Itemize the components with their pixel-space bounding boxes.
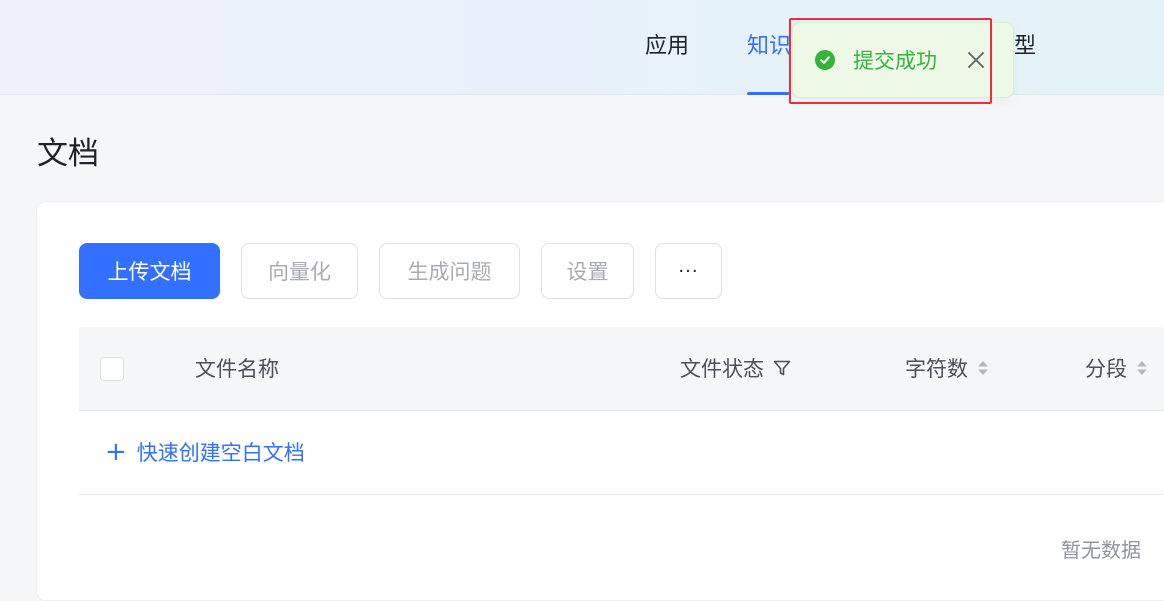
select-all-checkbox[interactable] [100,357,124,381]
quick-create-blank-document-link[interactable]: + 快速创建空白文档 [105,437,305,467]
vectorize-button[interactable]: 向量化 [241,243,358,299]
more-options-button[interactable]: ··· [655,243,722,299]
tab-models[interactable]: 模型 [1012,32,1036,95]
empty-state-text: 暂无数据 [1061,538,1141,562]
sort-icon[interactable] [976,358,990,378]
column-label: 文件状态 [680,357,764,381]
sort-icon[interactable] [1135,358,1149,378]
tab-apps[interactable]: 应用 [645,32,689,95]
check-circle-icon [815,50,835,70]
tab-knowledge[interactable]: 知识库 [747,32,791,95]
column-header-segments[interactable]: 分段 [1085,353,1149,383]
column-header-filename: 文件名称 [195,353,279,383]
page-title: 文档 [37,136,99,172]
success-toast: 提交成功 [792,22,1014,98]
column-header-chars[interactable]: 字符数 [905,353,990,383]
upload-document-button[interactable]: 上传文档 [79,243,220,299]
generate-questions-button[interactable]: 生成问题 [379,243,520,299]
column-label: 字符数 [905,357,968,381]
plus-icon: + [105,437,127,467]
column-label: 文件名称 [195,357,279,381]
toast-message: 提交成功 [853,49,937,73]
column-header-status[interactable]: 文件状态 [680,353,792,383]
table-header: 文件名称 文件状态 字符数 分段 [79,327,1164,411]
row-divider [79,494,1164,495]
filter-icon[interactable] [772,358,792,378]
settings-button[interactable]: 设置 [541,243,634,299]
quick-create-label: 快速创建空白文档 [136,441,305,465]
close-icon[interactable] [965,49,987,71]
column-label: 分段 [1085,357,1127,381]
